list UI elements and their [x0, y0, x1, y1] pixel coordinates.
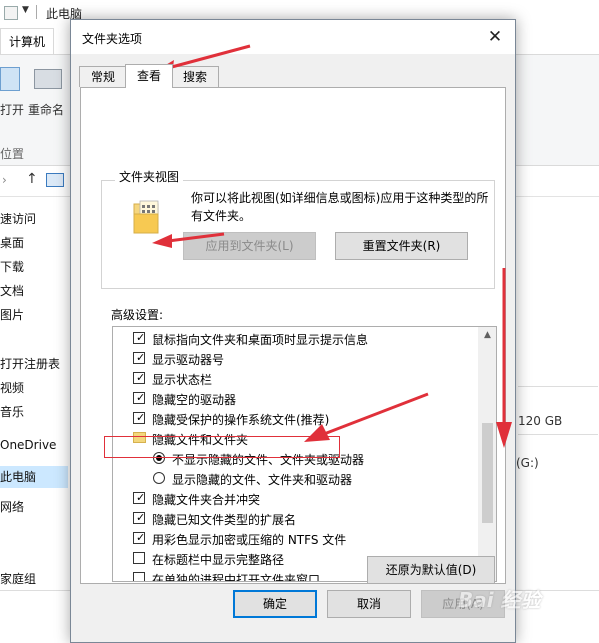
reset-folders-button[interactable]: 重置文件夹(R)	[335, 232, 468, 260]
advanced-item-label: 隐藏空的驱动器	[152, 393, 237, 407]
checkbox-unchecked[interactable]	[133, 572, 145, 581]
advanced-settings-list: 在单独的进程中打开文件夹窗口 在标题栏中显示完整路径 ✓ 用彩色显示加密或压缩的 NT…	[112, 326, 497, 582]
checkmark-icon: ✓	[136, 331, 146, 344]
titlebar-divider	[36, 5, 37, 19]
nav-item-onedrive[interactable]: OneDrive	[0, 434, 68, 456]
drives-pane: 120 GB (G:)	[516, 198, 599, 639]
dialog-titlebar[interactable]: 文件夹选项 ✕	[71, 20, 515, 54]
radio-selected[interactable]	[153, 452, 165, 464]
view-tab-panel: 文件夹视图 你可以将此视图(如详细信息或图标)应用于这种类型的所有文件夹。 应用…	[80, 87, 506, 584]
advanced-item-label: 显示驱动器号	[152, 353, 225, 367]
advanced-item-label: 隐藏文件夹合并冲突	[152, 493, 261, 507]
checkmark-icon: ✓	[136, 511, 146, 524]
disk-size-text: 120 GB	[518, 414, 563, 428]
advanced-item-label: 隐藏受保护的操作系统文件(推荐)	[152, 413, 330, 427]
radio-unselected[interactable]	[153, 472, 165, 484]
checkbox-unchecked[interactable]	[133, 552, 145, 564]
apply-button[interactable]: 应用(A)	[421, 590, 505, 618]
advanced-item[interactable]: 隐藏文件和文件夹	[113, 429, 477, 449]
advanced-item-label: 鼠标指向文件夹和桌面项时显示提示信息	[152, 333, 369, 347]
ribbon-group-label: 位置	[0, 147, 25, 161]
computer-icon	[46, 173, 64, 187]
advanced-item-label: 用彩色显示加密或压缩的 NTFS 文件	[152, 533, 347, 547]
checkbox-checked[interactable]: ✓	[133, 411, 146, 424]
checkmark-icon: ✓	[136, 531, 146, 544]
cancel-button[interactable]: 取消	[327, 590, 411, 618]
nav-item-documents[interactable]: 文档	[0, 280, 68, 302]
checkmark-icon: ✓	[136, 411, 146, 424]
ribbon-open-label[interactable]: 打开	[0, 101, 24, 118]
checkbox-checked[interactable]: ✓	[133, 511, 146, 524]
checkmark-icon: ✓	[136, 491, 146, 504]
checkbox-checked[interactable]: ✓	[133, 371, 146, 384]
drive-usage-bar	[518, 386, 598, 387]
nav-item-quick-access[interactable]: 速访问	[0, 208, 68, 230]
drive-label[interactable]: (G:)	[516, 456, 539, 470]
nav-item-videos[interactable]: 视频	[0, 377, 68, 399]
advanced-item-label: 在单独的进程中打开文件夹窗口	[152, 573, 321, 582]
advanced-item[interactable]: ✓ 隐藏已知文件类型的扩展名	[113, 509, 477, 529]
folder-view-description: 你可以将此视图(如详细信息或图标)应用于这种类型的所有文件夹。	[191, 191, 489, 223]
checkbox-checked[interactable]: ✓	[133, 331, 146, 344]
ribbon-rename-label[interactable]: 重命名	[28, 101, 64, 118]
tab-view[interactable]: 查看	[125, 64, 173, 88]
advanced-item-label: 在标题栏中显示完整路径	[152, 553, 285, 567]
advanced-item-label: 显示隐藏的文件、文件夹和驱动器	[172, 473, 353, 487]
advanced-settings-label: 高级设置:	[111, 308, 164, 322]
nav-item-registry[interactable]: 打开注册表	[0, 353, 68, 375]
advanced-item[interactable]: ✓ 隐藏文件夹合并冲突	[113, 489, 477, 509]
advanced-item[interactable]: ✓ 隐藏空的驱动器	[113, 389, 477, 409]
tab-computer[interactable]: 计算机	[0, 28, 54, 55]
checkmark-icon: ✓	[136, 351, 146, 364]
folder-icon	[133, 432, 146, 443]
chevron-down-icon[interactable]: ▼	[22, 5, 29, 15]
tab-search[interactable]: 搜索	[171, 66, 219, 87]
advanced-item-label: 隐藏已知文件类型的扩展名	[152, 513, 297, 527]
nav-item-pictures[interactable]: 图片	[0, 304, 68, 326]
advanced-item-label: 隐藏文件和文件夹	[152, 433, 249, 447]
folder-options-dialog: 文件夹选项 ✕ 常规 查看 搜索 文件夹视图 你可以将此视图(如详细信息或图标)…	[70, 19, 516, 643]
advanced-item-label: 不显示隐藏的文件、文件夹或驱动器	[172, 453, 365, 467]
rename-icon[interactable]	[34, 69, 62, 89]
nav-item-homegroup[interactable]: 家庭组	[0, 568, 68, 590]
chevron-right-icon[interactable]: ›	[2, 173, 7, 187]
checkbox-checked[interactable]: ✓	[133, 491, 146, 504]
nav-item-network[interactable]: 网络	[0, 496, 68, 518]
advanced-scrollbar[interactable]: ▲ ▼	[478, 327, 496, 581]
quick-access-icon[interactable]	[4, 6, 18, 20]
scrollbar-thumb[interactable]	[482, 423, 493, 523]
nav-item-music[interactable]: 音乐	[0, 401, 68, 423]
open-icon[interactable]	[0, 67, 20, 91]
advanced-item[interactable]: ✓ 鼠标指向文件夹和桌面项时显示提示信息	[113, 329, 477, 349]
ok-button[interactable]: 确定	[233, 590, 317, 618]
checkbox-checked[interactable]: ✓	[133, 531, 146, 544]
checkbox-checked[interactable]: ✓	[133, 351, 146, 364]
folder-view-icon	[133, 200, 159, 234]
folder-view-title: 文件夹视图	[115, 168, 184, 185]
advanced-item[interactable]: ✓ 用彩色显示加密或压缩的 NTFS 文件	[113, 529, 477, 549]
nav-item-this-pc[interactable]: 此电脑	[0, 466, 68, 488]
checkbox-checked[interactable]: ✓	[133, 391, 146, 404]
advanced-item[interactable]: 显示隐藏的文件、文件夹和驱动器	[113, 469, 477, 489]
close-icon[interactable]: ✕	[481, 24, 509, 50]
scroll-up-icon[interactable]: ▲	[479, 327, 496, 344]
nav-item-desktop[interactable]: 桌面	[0, 232, 68, 254]
drive-usage-bar	[518, 434, 598, 435]
checkmark-icon: ✓	[136, 391, 146, 404]
up-arrow-icon[interactable]: ↑	[26, 171, 38, 187]
advanced-item-label: 显示状态栏	[152, 373, 213, 387]
tab-general[interactable]: 常规	[79, 66, 127, 87]
restore-defaults-button[interactable]: 还原为默认值(D)	[367, 556, 495, 584]
advanced-item[interactable]: ✓ 隐藏受保护的操作系统文件(推荐)	[113, 409, 477, 429]
apply-to-folders-button[interactable]: 应用到文件夹(L)	[183, 232, 316, 260]
radio-dot-icon	[156, 455, 162, 461]
advanced-item[interactable]: 不显示隐藏的文件、文件夹或驱动器	[113, 449, 477, 469]
dialog-title: 文件夹选项	[82, 32, 143, 46]
navigation-pane: 速访问 桌面 下载 文档 图片 打开注册表 视频 音乐 OneDrive 此电脑…	[0, 198, 68, 639]
checkmark-icon: ✓	[136, 371, 146, 384]
advanced-item[interactable]: ✓ 显示驱动器号	[113, 349, 477, 369]
nav-item-downloads[interactable]: 下载	[0, 256, 68, 278]
advanced-item[interactable]: ✓ 显示状态栏	[113, 369, 477, 389]
